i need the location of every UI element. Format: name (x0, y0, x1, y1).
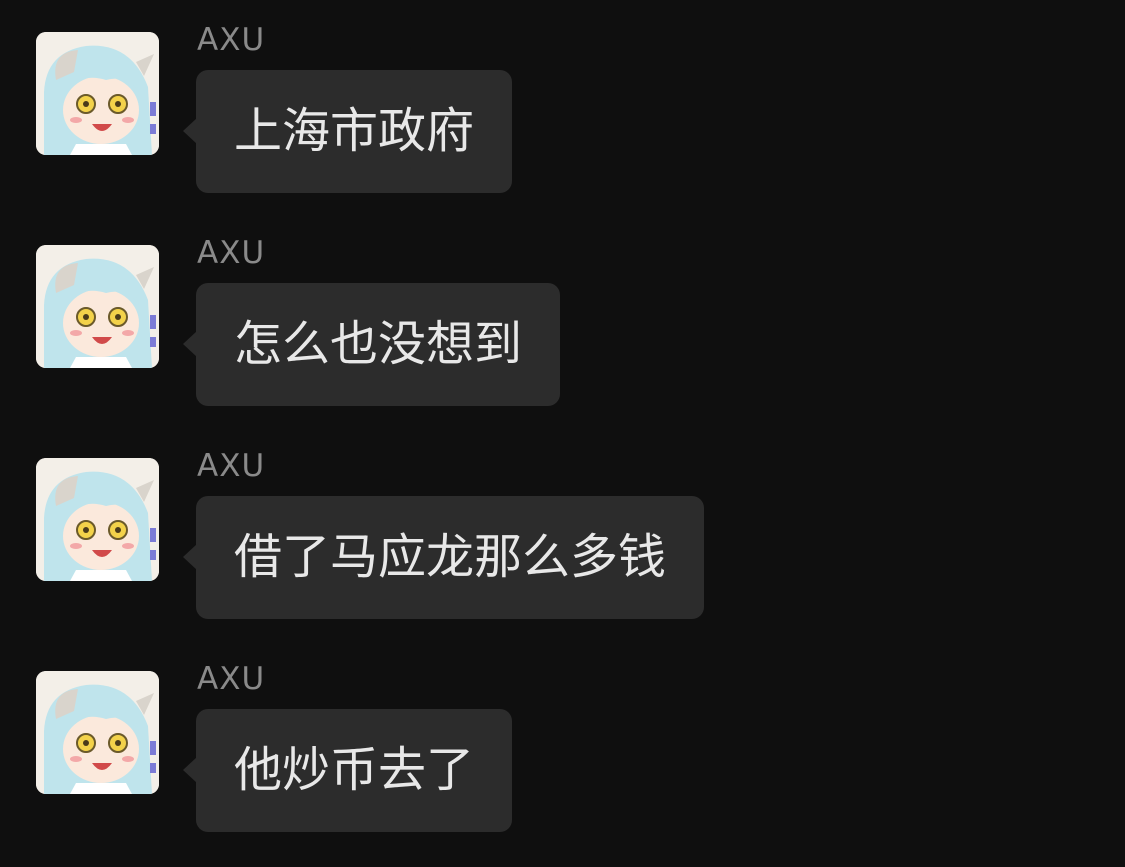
message-bubble[interactable]: 怎么也没想到 (183, 283, 561, 406)
sender-name: AXU (197, 22, 266, 58)
chat-message: AXU 上海市政府 (0, 0, 1125, 200)
anime-avatar-icon (36, 671, 159, 794)
avatar[interactable] (36, 32, 159, 155)
sender-name: AXU (197, 448, 266, 484)
anime-avatar-icon (36, 32, 159, 155)
message-bubble[interactable]: 借了马应龙那么多钱 (183, 496, 705, 619)
message-text: 上海市政府 (234, 103, 475, 159)
avatar[interactable] (36, 458, 159, 581)
chat-message: AXU 怎么也没想到 (0, 213, 1125, 413)
message-bubble[interactable]: 上海市政府 (183, 70, 513, 193)
message-text: 他炒币去了 (234, 742, 475, 798)
avatar[interactable] (36, 671, 159, 794)
message-text: 怎么也没想到 (234, 316, 523, 372)
sender-name: AXU (197, 661, 266, 697)
bubble-tail (183, 757, 197, 783)
chat-message: AXU 他炒币去了 (0, 639, 1125, 839)
bubble-tail (183, 544, 197, 570)
anime-avatar-icon (36, 245, 159, 368)
avatar[interactable] (36, 245, 159, 368)
anime-avatar-icon (36, 458, 159, 581)
chat-message-list: AXU 上海市政府 AXU 怎么也没想到 AXU 借了马应龙那么多钱 AXU 他… (0, 0, 1125, 867)
bubble-tail (183, 331, 197, 357)
message-text: 借了马应龙那么多钱 (234, 529, 667, 585)
message-bubble[interactable]: 他炒币去了 (183, 709, 513, 832)
chat-message: AXU 借了马应龙那么多钱 (0, 426, 1125, 626)
sender-name: AXU (197, 235, 266, 271)
bubble-tail (183, 118, 197, 144)
